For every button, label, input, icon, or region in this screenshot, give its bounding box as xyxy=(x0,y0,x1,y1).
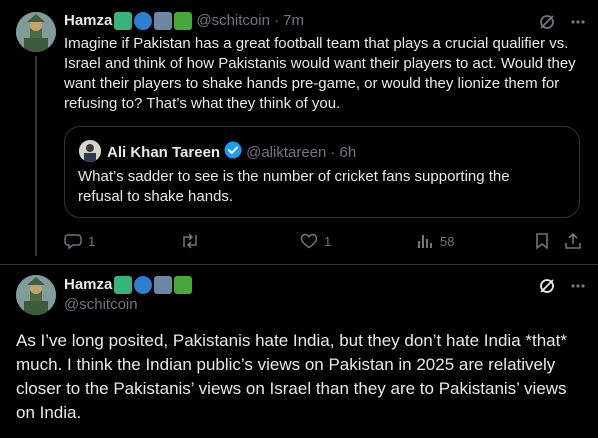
bookmark-button[interactable] xyxy=(534,232,550,250)
avatar[interactable] xyxy=(16,275,56,315)
main-tweet-header: Hamza xyxy=(64,275,193,295)
city-emoji xyxy=(154,12,173,30)
check-emoji xyxy=(174,276,193,294)
like-button[interactable]: 1 xyxy=(300,232,331,250)
quote-text: What’s sadder to see is the number of cr… xyxy=(78,168,510,205)
quote-avatar xyxy=(79,140,101,162)
bookmark-icon xyxy=(536,233,548,250)
badge-emoji xyxy=(114,276,133,294)
globe-emoji xyxy=(134,12,153,30)
avatar-image xyxy=(16,275,56,315)
avatar-image xyxy=(16,12,56,52)
quote-author-handle: @aliktareen xyxy=(246,144,327,161)
grok-icon[interactable] xyxy=(538,13,556,31)
action-bar: 1 1 58 xyxy=(64,232,584,252)
author-name[interactable]: Hamza xyxy=(64,11,112,31)
like-count: 1 xyxy=(324,233,332,249)
reply-tweet-header: Hamza @schitcoin · 7m xyxy=(64,11,304,31)
author-handle[interactable]: @schitcoin xyxy=(196,11,270,31)
badge-emoji xyxy=(114,12,133,30)
heart-icon xyxy=(300,233,318,249)
tweet-divider xyxy=(0,264,598,265)
reply-tweet-top-icons xyxy=(538,13,586,31)
verified-badge-icon xyxy=(224,141,242,165)
views-button[interactable]: 58 xyxy=(416,232,454,250)
reply-icon xyxy=(64,234,82,250)
share-button[interactable] xyxy=(564,232,582,250)
thread-line xyxy=(35,56,37,256)
author-emojis xyxy=(114,12,193,30)
quoted-tweet[interactable]: Ali Khan Tareen @aliktareen · 6h What’s … xyxy=(64,126,580,218)
check-emoji xyxy=(174,12,193,30)
reply-count: 1 xyxy=(88,233,96,249)
more-icon[interactable] xyxy=(570,14,586,30)
main-tweet-text: As I’ve long posited, Pakistanis hate In… xyxy=(16,331,567,422)
quote-header: Ali Khan Tareen @aliktareen · 6h xyxy=(107,141,356,165)
quote-author-name: Ali Khan Tareen xyxy=(107,144,221,161)
retweet-button[interactable] xyxy=(180,232,206,250)
author-name[interactable]: Hamza xyxy=(64,275,112,295)
grok-icon[interactable] xyxy=(538,277,556,295)
views-count: 58 xyxy=(440,233,455,249)
author-emojis xyxy=(114,276,193,294)
retweet-icon xyxy=(183,233,197,249)
views-icon xyxy=(418,235,432,248)
city-emoji xyxy=(154,276,173,294)
share-icon xyxy=(565,232,581,249)
tweet-time[interactable]: · 7m xyxy=(274,11,304,31)
avatar[interactable] xyxy=(16,12,56,52)
main-tweet-top-icons xyxy=(538,277,586,295)
tweet-text: Imagine if Pakistan has a great football… xyxy=(64,35,576,112)
author-handle[interactable]: @schitcoin xyxy=(64,295,138,315)
more-icon[interactable] xyxy=(570,278,586,294)
quote-time: · 6h xyxy=(330,144,357,161)
globe-emoji xyxy=(134,276,153,294)
reply-button[interactable]: 1 xyxy=(64,232,95,250)
